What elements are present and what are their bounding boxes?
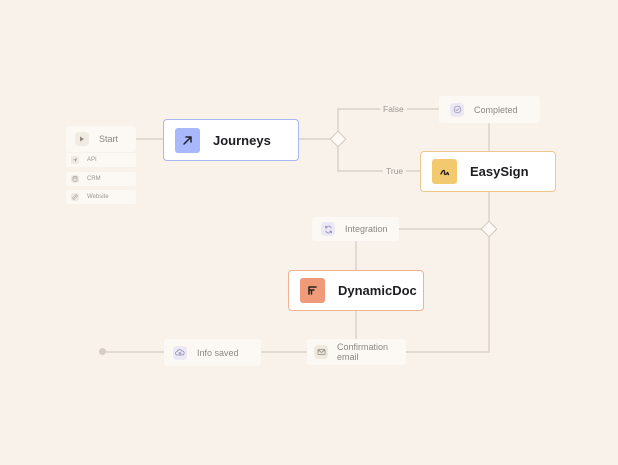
signature-icon [432,159,457,184]
api-node[interactable]: API [66,153,136,167]
website-node[interactable]: Website [66,190,136,204]
database-icon [71,175,79,183]
play-icon [75,132,89,146]
true-branch-label: True [383,166,407,176]
dynamicdoc-node[interactable]: DynamicDoc [288,270,424,311]
completed-label: Completed [474,104,518,115]
document-layout-icon [300,278,325,303]
arrow-up-right-icon [175,127,200,153]
integration-label: Integration [345,224,388,234]
crm-node[interactable]: CRM [66,172,136,186]
check-circle-icon [450,102,464,117]
api-label: API [87,157,97,163]
crm-label: CRM [87,176,101,182]
mail-icon [314,345,328,359]
send-icon [71,156,79,164]
dynamicdoc-label: DynamicDoc [338,283,417,298]
journeys-node[interactable]: Journeys [163,119,299,161]
confirmation-email-label: Confirmation email [337,342,389,362]
integration-node[interactable]: Integration [312,217,399,241]
journeys-label: Journeys [213,132,271,148]
refresh-icon [321,222,335,236]
easysign-label: EasySign [470,164,529,179]
connector-lines [104,108,490,353]
start-node[interactable]: Start [66,126,136,152]
start-label: Start [99,134,119,144]
website-label: Website [87,194,109,200]
easysign-node[interactable]: EasySign [420,151,556,192]
info-saved-node[interactable]: Info saved [164,339,261,366]
false-branch-label: False [380,104,407,114]
confirmation-email-node[interactable]: Confirmation email [307,339,406,365]
true-branch-line [337,147,420,172]
link-icon [71,193,79,201]
info-saved-label: Info saved [197,347,239,358]
cloud-upload-icon [173,345,187,360]
end-dot [99,348,106,355]
workflow-canvas: Start API CRM Website Journeys False Tru… [0,0,618,465]
completed-node[interactable]: Completed [439,96,540,123]
